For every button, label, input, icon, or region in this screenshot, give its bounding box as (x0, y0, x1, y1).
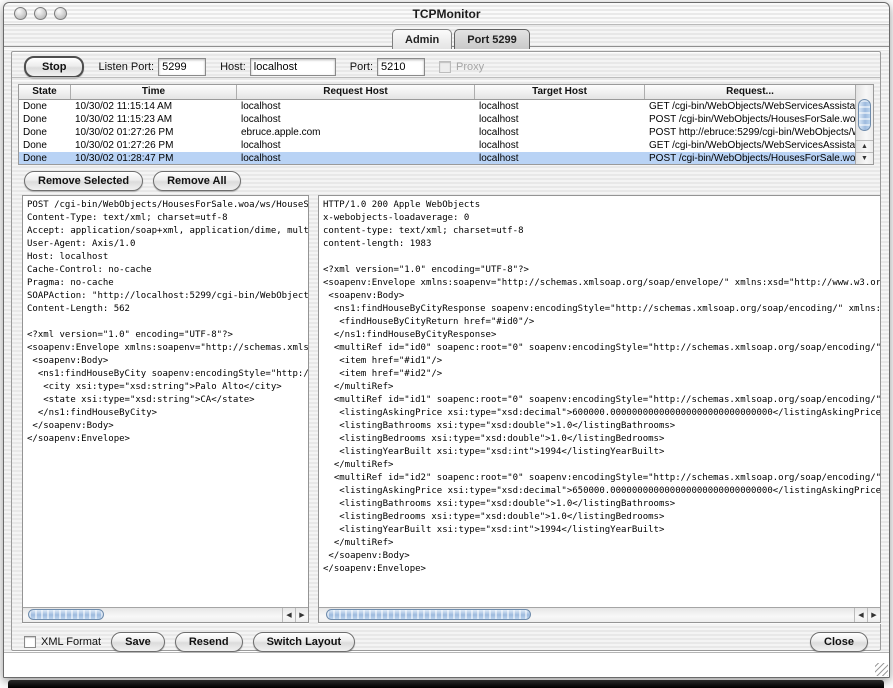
host-input[interactable] (250, 58, 336, 76)
request-scrollbar-thumb[interactable] (28, 609, 104, 620)
column-header-time[interactable]: Time (71, 85, 237, 99)
port-input[interactable] (377, 58, 425, 76)
table-row[interactable]: Done 10/30/02 01:27:26 PM localhost loca… (19, 139, 855, 152)
table-vertical-scrollbar[interactable]: ▲ ▼ (855, 85, 873, 164)
switch-layout-button[interactable]: Switch Layout (253, 632, 356, 652)
save-button[interactable]: Save (111, 632, 165, 652)
request-panel: POST /cgi-bin/WebObjects/HousesForSale.w… (22, 195, 309, 623)
resend-button[interactable]: Resend (175, 632, 243, 652)
port-label: Port: (350, 61, 373, 73)
listen-port-label: Listen Port: (98, 61, 154, 73)
background-window-edge (8, 680, 884, 688)
table-row[interactable]: Done 10/30/02 11:15:14 AM localhost loca… (19, 100, 855, 113)
listen-port-input[interactable] (158, 58, 206, 76)
table-scrollbar-thumb[interactable] (858, 99, 871, 131)
response-text[interactable]: HTTP/1.0 200 Apple WebObjects x-webobjec… (319, 196, 880, 607)
requests-table: State Time Request Host Target Host Requ… (18, 84, 874, 165)
tab-strip: Admin Port 5299 (4, 25, 889, 50)
remove-selected-button[interactable]: Remove Selected (24, 171, 143, 191)
xml-format-label: XML Format (41, 636, 101, 648)
close-button[interactable]: Close (810, 632, 868, 652)
tab-admin[interactable]: Admin (392, 29, 452, 49)
column-header-state[interactable]: State (19, 85, 71, 99)
proxy-checkbox-label: Proxy (456, 61, 484, 73)
response-panel: HTTP/1.0 200 Apple WebObjects x-webobjec… (318, 195, 881, 623)
xml-format-checkbox[interactable] (24, 636, 36, 648)
table-row[interactable]: Done 10/30/02 01:27:26 PM ebruce.apple.c… (19, 126, 855, 139)
scroll-right-icon[interactable]: ▶ (295, 608, 308, 622)
zoom-window-icon[interactable] (54, 7, 67, 20)
host-label: Host: (220, 61, 246, 73)
scroll-right-icon[interactable]: ▶ (867, 608, 880, 622)
title-bar[interactable]: TCPMonitor (4, 3, 889, 25)
column-header-request[interactable]: Request... (645, 85, 855, 99)
response-scrollbar-thumb[interactable] (326, 609, 531, 620)
content-frame: Stop Listen Port: Host: Port: Proxy Stat… (11, 51, 881, 651)
scroll-left-icon[interactable]: ◀ (854, 608, 867, 622)
scroll-left-icon[interactable]: ◀ (282, 608, 295, 622)
request-horizontal-scrollbar[interactable]: ◀ ▶ (23, 607, 308, 622)
footer-controls: XML Format Save Resend Switch Layout Clo… (24, 630, 868, 654)
remove-actions: Remove Selected Remove All (24, 171, 241, 191)
table-row-selected[interactable]: Done 10/30/02 01:28:47 PM localhost loca… (19, 152, 855, 164)
column-header-target-host[interactable]: Target Host (475, 85, 645, 99)
resize-grip-icon[interactable] (875, 663, 888, 676)
request-text[interactable]: POST /cgi-bin/WebObjects/HousesForSale.w… (23, 196, 308, 607)
scroll-up-icon[interactable]: ▲ (856, 140, 873, 152)
tcpmonitor-window: TCPMonitor Admin Port 5299 Stop Listen P… (3, 2, 890, 678)
proxy-checkbox[interactable] (439, 61, 451, 73)
connection-controls: Stop Listen Port: Host: Port: Proxy (12, 52, 880, 81)
scroll-down-icon[interactable]: ▼ (856, 152, 873, 164)
table-header: State Time Request Host Target Host Requ… (19, 85, 855, 100)
column-header-request-host[interactable]: Request Host (237, 85, 475, 99)
close-window-icon[interactable] (14, 7, 27, 20)
response-horizontal-scrollbar[interactable]: ◀ ▶ (319, 607, 880, 622)
remove-all-button[interactable]: Remove All (153, 171, 241, 191)
window-title: TCPMonitor (4, 7, 889, 21)
stop-button[interactable]: Stop (24, 56, 84, 78)
minimize-window-icon[interactable] (34, 7, 47, 20)
tab-port-5299[interactable]: Port 5299 (454, 29, 530, 49)
status-bar (4, 652, 889, 677)
table-row[interactable]: Done 10/30/02 11:15:23 AM localhost loca… (19, 113, 855, 126)
